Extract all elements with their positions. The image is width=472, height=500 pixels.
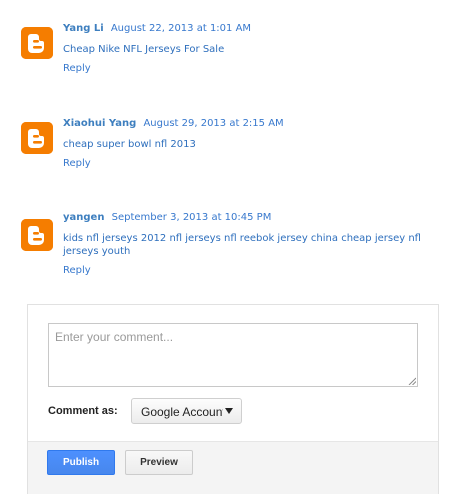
- comment-author[interactable]: yangen: [63, 212, 104, 223]
- reply-link[interactable]: Reply: [63, 264, 454, 277]
- comment-author[interactable]: Xiaohui Yang: [63, 118, 136, 129]
- comment-author[interactable]: Yang Li: [63, 23, 104, 34]
- comment-body: Yang Li August 22, 2013 at 1:01 AM Cheap…: [63, 22, 454, 75]
- comment-textarea[interactable]: [48, 323, 418, 387]
- comment-body: yangen September 3, 2013 at 10:45 PM kid…: [63, 211, 454, 277]
- comment-body: Xiaohui Yang August 29, 2013 at 2:15 AM …: [63, 117, 454, 170]
- blogger-icon[interactable]: [21, 27, 53, 59]
- comment-text: Cheap Nike NFL Jerseys For Sale: [63, 44, 225, 55]
- comments-page: Yang Li August 22, 2013 at 1:01 AM Cheap…: [0, 0, 472, 500]
- reply-link[interactable]: Reply: [63, 62, 454, 75]
- reply-link[interactable]: Reply: [63, 157, 454, 170]
- publish-button[interactable]: Publish: [47, 450, 115, 475]
- comment-text: cheap super bowl nfl 2013: [63, 139, 196, 150]
- resize-handle-icon[interactable]: [408, 377, 416, 385]
- comment-form: Comment as: Google Account Publish Previ…: [27, 304, 439, 494]
- dropdown-arrow-icon: [225, 408, 233, 414]
- account-select[interactable]: Google Account: [131, 398, 242, 424]
- account-select-value: Google Account: [141, 405, 223, 419]
- comment-timestamp[interactable]: August 29, 2013 at 2:15 AM: [143, 118, 283, 129]
- comment-header: Yang Li August 22, 2013 at 1:01 AM: [63, 22, 454, 36]
- form-footer: Publish Preview: [28, 441, 438, 494]
- comment-header: Xiaohui Yang August 29, 2013 at 2:15 AM: [63, 117, 454, 131]
- comment-as-label: Comment as:: [48, 405, 118, 417]
- comment-timestamp[interactable]: August 22, 2013 at 1:01 AM: [111, 23, 251, 34]
- comment-header: yangen September 3, 2013 at 10:45 PM: [63, 211, 454, 225]
- blogger-icon[interactable]: [21, 122, 53, 154]
- comment-timestamp[interactable]: September 3, 2013 at 10:45 PM: [112, 212, 272, 223]
- comment-text: kids nfl jerseys 2012 nfl jerseys nfl re…: [63, 233, 421, 257]
- preview-button[interactable]: Preview: [125, 450, 193, 475]
- blogger-icon[interactable]: [21, 219, 53, 251]
